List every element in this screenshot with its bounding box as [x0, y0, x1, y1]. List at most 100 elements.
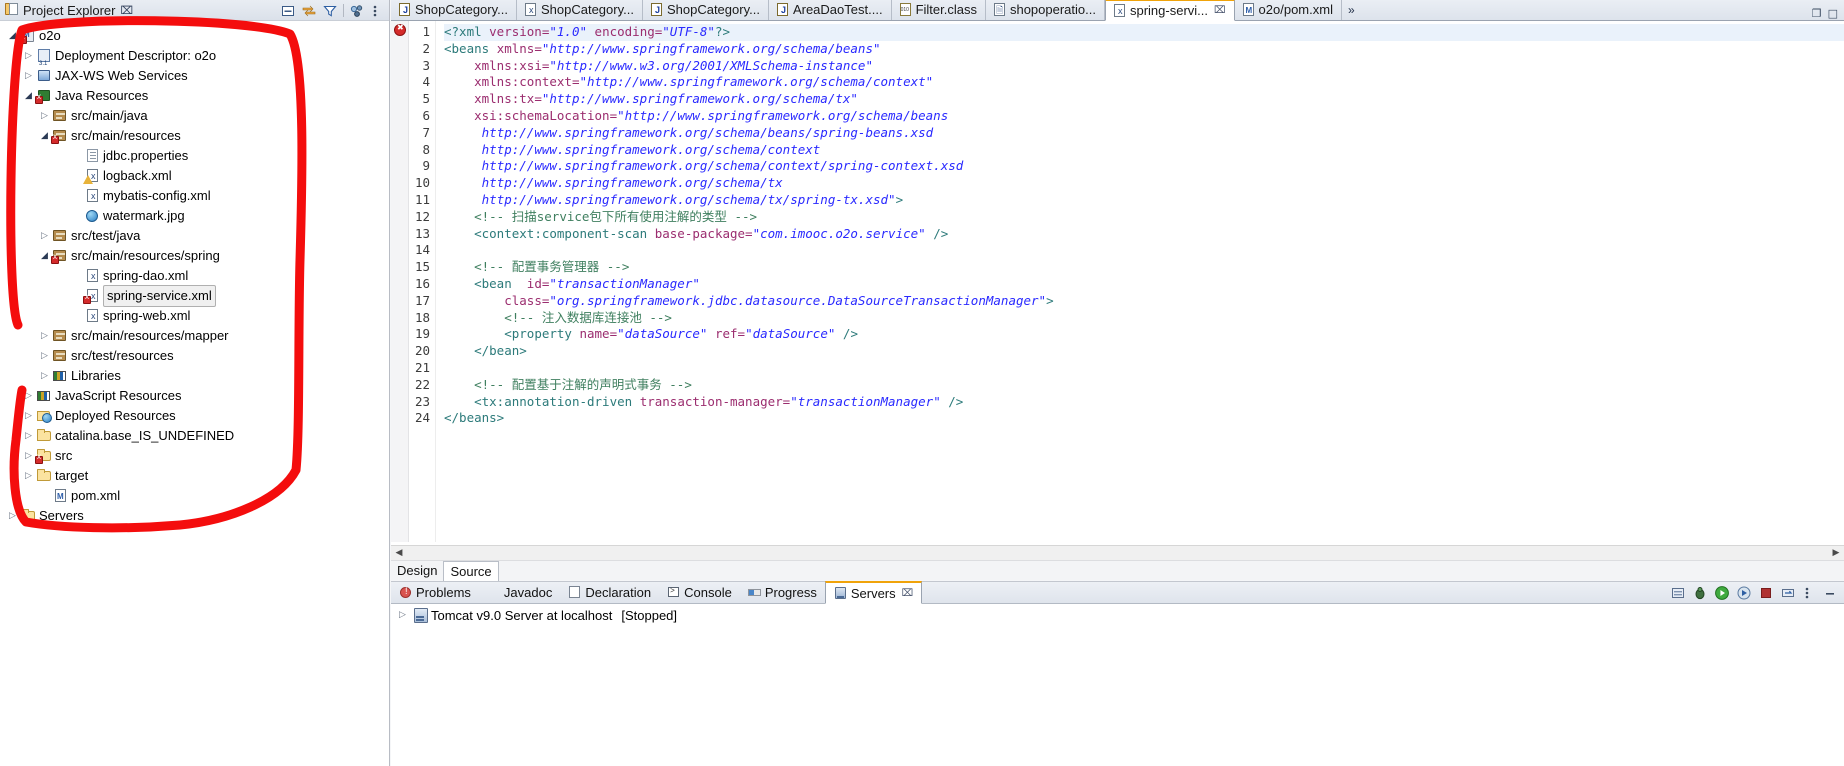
editor-tab[interactable]: Filter.class [892, 0, 986, 20]
code-line[interactable]: <!-- 注入数据库连接池 --> [444, 310, 1844, 327]
code-line[interactable]: http://www.springframework.org/schema/tx [444, 175, 1844, 192]
servers-view-body[interactable]: ▷ Tomcat v9.0 Server at localhost [Stopped… [391, 604, 1844, 766]
tree-item[interactable]: ▷ Servers [0, 506, 389, 526]
tree-item[interactable]: ▷ src [0, 446, 389, 466]
bottom-tab[interactable]: Javadoc [479, 581, 560, 603]
close-icon[interactable]: ⌧ [1214, 5, 1226, 16]
bottom-tab[interactable]: Servers ⌧ [824, 581, 923, 604]
new-server-icon[interactable] [1670, 585, 1686, 601]
code-line[interactable]: <property name="dataSource" ref="dataSou… [444, 326, 1844, 343]
view-menu-icon[interactable] [349, 3, 365, 19]
chevron-right-icon[interactable]: ▷ [38, 106, 51, 126]
editor-tab[interactable]: spring-servi... ⌧ [1104, 0, 1235, 21]
view-menu-icon[interactable] [1802, 585, 1818, 601]
page-tab-source[interactable]: Source [443, 560, 499, 581]
tree-item[interactable]: ▷ Libraries [0, 366, 389, 386]
code-line[interactable]: http://www.springframework.org/schema/co… [444, 158, 1844, 175]
publish-icon[interactable] [1780, 585, 1796, 601]
close-icon[interactable]: ⌧ [902, 588, 914, 599]
chevron-right-icon[interactable]: ▷ [22, 386, 35, 406]
code-line[interactable]: http://www.springframework.org/schema/co… [444, 142, 1844, 159]
tree-item[interactable]: ▷ Deployed Resources [0, 406, 389, 426]
stop-icon[interactable] [1758, 585, 1774, 601]
minimize-icon[interactable] [1824, 585, 1840, 601]
code-line[interactable]: <!-- 扫描service包下所有使用注解的类型 --> [444, 209, 1844, 226]
editor-tab-overflow[interactable]: » [1342, 3, 1361, 17]
chevron-right-icon[interactable]: ▷ [22, 406, 35, 426]
chevron-right-icon[interactable]: ▷ [22, 466, 35, 486]
editor-tab[interactable]: AreaDaoTest.... [769, 0, 892, 20]
chevron-right-icon[interactable]: ▷ [38, 366, 51, 386]
page-tab-design[interactable]: Design [391, 561, 443, 581]
chevron-right-icon[interactable]: ▷ [38, 346, 51, 366]
project-tree[interactable]: ◢ o2o ▷ Deployment Descriptor: o2o ▷ JAX-WS W… [0, 21, 389, 766]
code-line[interactable] [444, 360, 1844, 377]
chevron-down-icon[interactable]: ◢ [22, 86, 35, 106]
editor-tab[interactable]: ShopCategory... [643, 0, 769, 20]
start-icon[interactable] [1714, 585, 1730, 601]
maximize-icon[interactable]: □ [1828, 7, 1838, 20]
tree-item[interactable]: ◢ o2o [0, 25, 389, 46]
code-line[interactable]: <!-- 配置基于注解的声明式事务 --> [444, 377, 1844, 394]
link-with-editor-icon[interactable] [301, 3, 317, 19]
chevron-right-icon[interactable]: ▷ [22, 446, 35, 466]
code-line[interactable]: xsi:schemaLocation="http://www.springfra… [444, 108, 1844, 125]
code-line[interactable]: <bean id="transactionManager" [444, 276, 1844, 293]
chevron-down-icon[interactable]: ◢ [38, 126, 51, 146]
debug-icon[interactable] [1692, 585, 1708, 601]
chevron-right-icon[interactable]: ▷ [38, 226, 51, 246]
bottom-tab[interactable]: Console [659, 581, 740, 603]
code-line[interactable]: </beans> [444, 410, 1844, 427]
tree-item[interactable]: ▷ Deployment Descriptor: o2o [0, 46, 389, 74]
code-line[interactable]: class="org.springframework.jdbc.datasour… [444, 293, 1844, 310]
editor-tab[interactable]: shopoperatio... [986, 0, 1105, 20]
tree-item[interactable]: spring-dao.xml [0, 266, 389, 286]
tree-item[interactable]: ◢ Java Resources [0, 86, 389, 106]
restore-icon[interactable]: ❐ [1812, 7, 1822, 20]
editor-horizontal-scrollbar[interactable]: ◀ ▶ [391, 545, 1844, 560]
tree-item[interactable]: spring-service.xml [0, 285, 389, 307]
code-line[interactable]: <context:component-scan base-package="co… [444, 226, 1844, 243]
tree-item[interactable]: ▷ target [0, 466, 389, 486]
scroll-left-icon[interactable]: ◀ [391, 548, 407, 558]
tree-item[interactable]: ▷ src/main/resources/mapper [0, 326, 389, 346]
tree-item[interactable]: ▷ catalina.base_IS_UNDEFINED [0, 426, 389, 446]
code-line[interactable]: <?xml version="1.0" encoding="UTF-8"?> [444, 24, 1844, 41]
tree-item[interactable]: ◢ src/main/resources [0, 126, 389, 146]
code-line[interactable]: <beans xmlns="http://www.springframework… [444, 41, 1844, 58]
code-line[interactable]: </bean> [444, 343, 1844, 360]
chevron-right-icon[interactable]: ▷ [396, 610, 409, 620]
tree-item[interactable]: pom.xml [0, 486, 389, 506]
profile-icon[interactable] [1736, 585, 1752, 601]
code-line[interactable]: xmlns:xsi="http://www.w3.org/2001/XMLSch… [444, 58, 1844, 75]
scrollbar-track[interactable] [407, 546, 1828, 560]
tree-item[interactable]: ▷ src/test/resources [0, 346, 389, 366]
code-line[interactable]: xmlns:context="http://www.springframewor… [444, 74, 1844, 91]
tree-item[interactable]: ▷ src/test/java [0, 226, 389, 246]
code-line[interactable]: http://www.springframework.org/schema/tx… [444, 192, 1844, 209]
bottom-tab[interactable]: Problems [391, 581, 479, 603]
editor-tab[interactable]: ShopCategory... [517, 0, 643, 20]
collapse-all-icon[interactable] [280, 3, 296, 19]
close-icon[interactable]: ⌧ [120, 4, 133, 17]
tree-item[interactable]: ▷ JAX-WS Web Services [0, 66, 389, 86]
tree-item[interactable]: watermark.jpg [0, 206, 389, 226]
tree-item[interactable]: spring-web.xml [0, 306, 389, 326]
scroll-right-icon[interactable]: ▶ [1828, 548, 1844, 558]
error-marker-icon[interactable] [394, 23, 406, 36]
chevron-right-icon[interactable]: ▷ [22, 66, 35, 86]
bottom-tab[interactable]: Progress [740, 581, 825, 603]
chevron-right-icon[interactable]: ▷ [6, 506, 19, 526]
chevron-right-icon[interactable]: ▷ [22, 426, 35, 446]
chevron-down-icon[interactable]: ◢ [38, 246, 51, 266]
code-line[interactable]: http://www.springframework.org/schema/be… [444, 125, 1844, 142]
tree-item[interactable]: ▷ src/main/java [0, 106, 389, 126]
code-content[interactable]: <?xml version="1.0" encoding="UTF-8"?> <b… [436, 21, 1844, 542]
server-row[interactable]: ▷ Tomcat v9.0 Server at localhost [Stopped… [391, 604, 1844, 626]
marker-column[interactable] [391, 21, 409, 542]
source-editor[interactable]: 123456789101112131415161718192021222324 … [391, 21, 1844, 542]
chevron-right-icon[interactable]: ▷ [38, 326, 51, 346]
code-line[interactable]: <!-- 配置事务管理器 --> [444, 259, 1844, 276]
tree-item[interactable]: mybatis-config.xml [0, 186, 389, 206]
bottom-tab[interactable]: Declaration [560, 581, 659, 603]
